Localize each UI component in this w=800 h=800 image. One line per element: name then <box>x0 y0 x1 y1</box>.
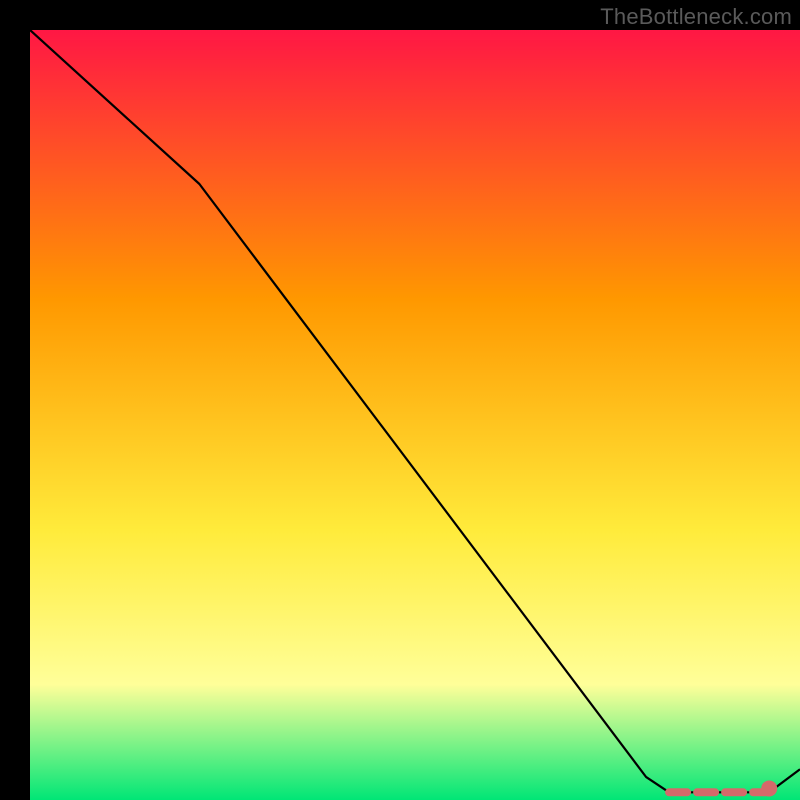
chart-svg <box>30 30 800 800</box>
plot-area <box>30 30 800 800</box>
trough-marker-dot <box>761 780 777 796</box>
chart-frame: TheBottleneck.com <box>0 0 800 800</box>
watermark-text: TheBottleneck.com <box>600 4 792 30</box>
gradient-background <box>30 30 800 800</box>
